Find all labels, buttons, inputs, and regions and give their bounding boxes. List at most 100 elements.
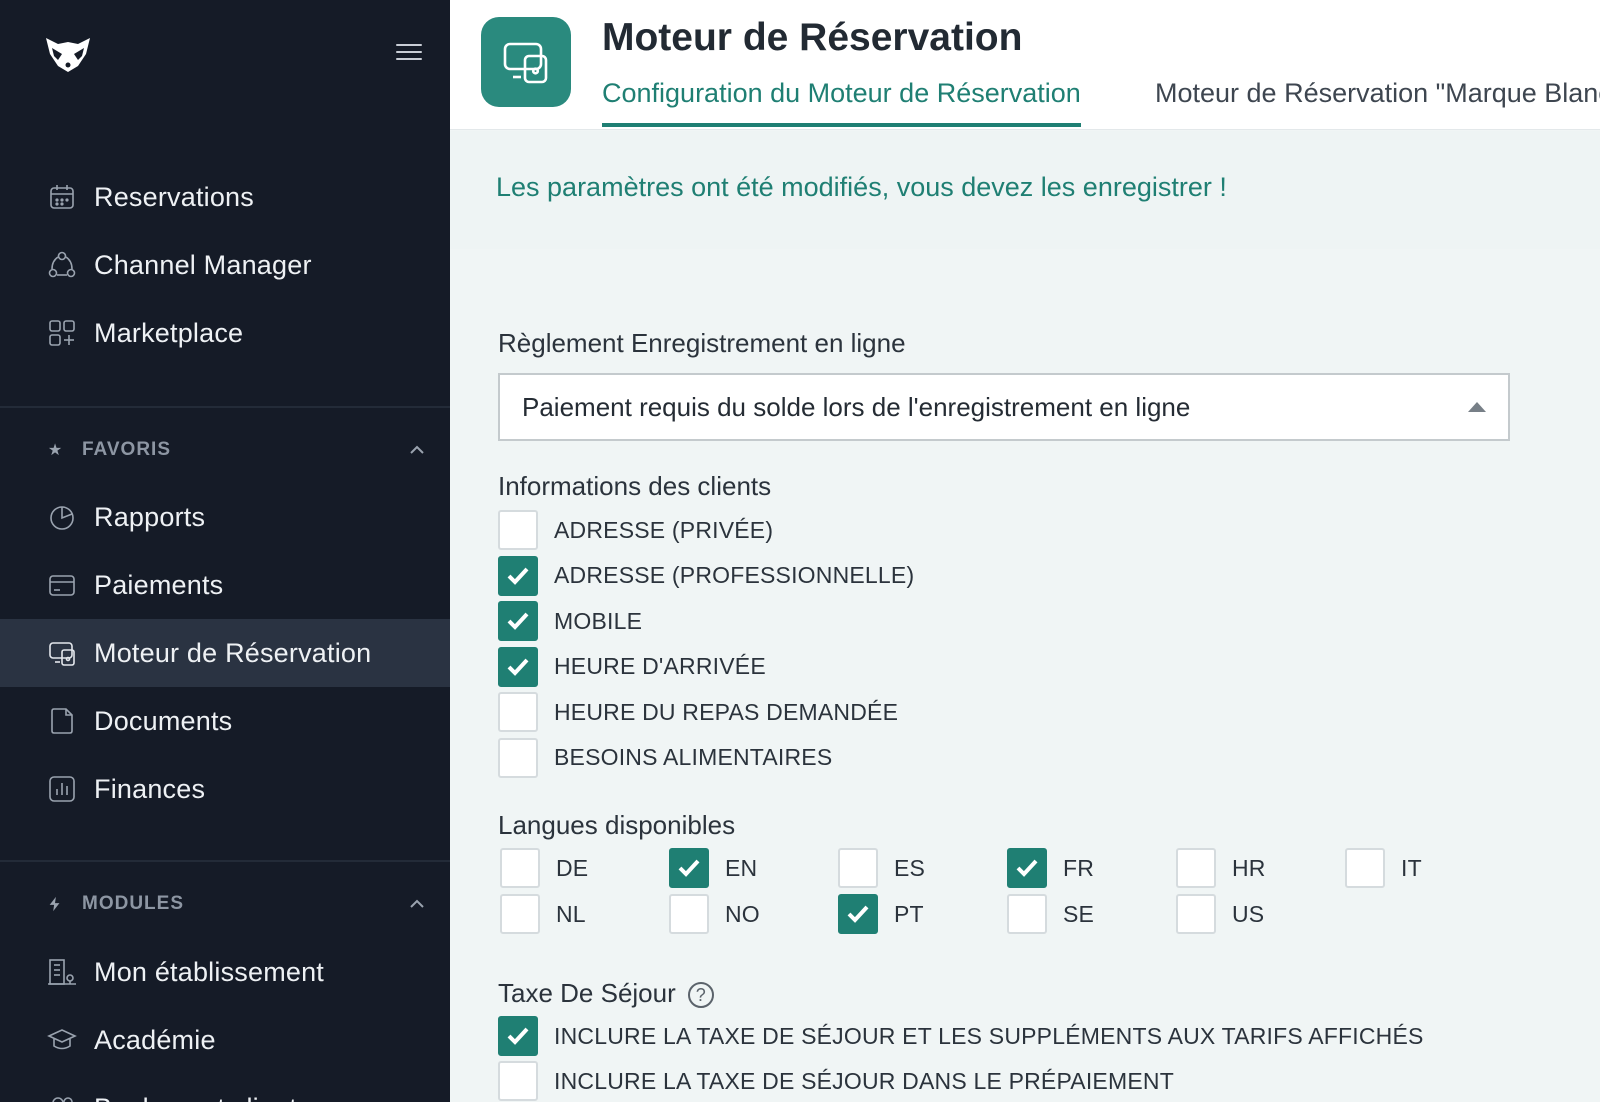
favorites-title: FAVORIS <box>82 439 171 460</box>
booking-engine-icon <box>46 637 78 669</box>
sidebar-item-label: Documents <box>94 705 233 736</box>
language-option[interactable]: US <box>1176 894 1264 934</box>
checkbox-unchecked[interactable] <box>500 894 540 934</box>
tab-white-label[interactable]: Moteur de Réservation "Marque Blanche" <box>1155 78 1600 123</box>
sidebar-item-label: Paiements <box>94 569 224 600</box>
checkbox-label: DE <box>556 854 589 881</box>
tourist-tax-label: Taxe De Séjour? <box>498 978 714 1009</box>
checkbox-label: IT <box>1401 854 1422 881</box>
checkin-rule-label: Règlement Enregistrement en ligne <box>498 328 906 358</box>
checkbox-checked[interactable] <box>498 555 538 596</box>
bar-chart-icon <box>46 773 78 805</box>
tourist-tax-option[interactable]: INCLURE LA TAXE DE SÉJOUR DANS LE PRÉPAI… <box>498 1061 1174 1101</box>
language-option[interactable]: SE <box>1007 894 1094 934</box>
page-title: Moteur de Réservation <box>602 16 1023 59</box>
checkbox-checked[interactable] <box>1007 848 1047 888</box>
checkbox-unchecked[interactable] <box>1345 848 1385 888</box>
checkbox-unchecked[interactable] <box>498 510 538 550</box>
sidebar-item-label: Channel Manager <box>94 249 312 280</box>
sidebar-item-mon-etablissement[interactable]: Mon établissement <box>0 938 450 1006</box>
modules-section-header[interactable]: MODULES <box>46 889 426 919</box>
client-info-option[interactable]: BESOINS ALIMENTAIRES <box>498 737 832 778</box>
sidebar-item-label: Académie <box>94 1024 216 1055</box>
checkbox-label: ES <box>894 854 926 881</box>
checkbox-unchecked[interactable] <box>1176 894 1216 934</box>
language-option[interactable]: DE <box>500 848 588 888</box>
network-icon <box>46 249 78 281</box>
unsaved-changes-notice: Les paramètres ont été modifiés, vous de… <box>496 172 1227 202</box>
client-info-option[interactable]: HEURE D'ARRIVÉE <box>498 646 766 687</box>
sidebar-item-label: Rapports <box>94 501 206 532</box>
sidebar-item-finances[interactable]: Finances <box>0 755 450 823</box>
checkbox-unchecked[interactable] <box>498 737 538 778</box>
sidebar-item-bookers-clients[interactable]: Bookers et clients <box>0 1074 450 1102</box>
pie-chart-icon <box>46 501 78 533</box>
tab-configuration[interactable]: Configuration du Moteur de Réservation <box>602 78 1081 127</box>
checkbox-unchecked[interactable] <box>1176 848 1216 888</box>
star-icon: ★ <box>47 442 63 459</box>
language-option[interactable]: HR <box>1176 848 1266 888</box>
sidebar-item-academie[interactable]: Académie <box>0 1006 450 1074</box>
checkbox-unchecked[interactable] <box>500 848 540 888</box>
language-option[interactable]: PT <box>838 894 924 934</box>
language-option[interactable]: NL <box>500 894 586 934</box>
sidebar-divider <box>0 406 450 408</box>
client-info-option[interactable]: MOBILE <box>498 601 642 641</box>
checkbox-unchecked[interactable] <box>1007 894 1047 934</box>
language-option[interactable]: FR <box>1007 848 1094 888</box>
checkbox-label: INCLURE LA TAXE DE SÉJOUR DANS LE PRÉPAI… <box>554 1067 1174 1094</box>
sidebar-item-label: Finances <box>94 773 206 804</box>
caret-up-icon <box>1468 402 1486 412</box>
checkbox-unchecked[interactable] <box>498 692 538 732</box>
language-option[interactable]: IT <box>1345 848 1422 888</box>
checkbox-checked[interactable] <box>498 601 538 641</box>
graduation-cap-icon <box>46 1024 78 1056</box>
sidebar-item-label: Reservations <box>94 181 254 212</box>
chevron-up-icon[interactable] <box>408 441 426 459</box>
checkbox-checked[interactable] <box>498 646 538 687</box>
checkbox-label: INCLURE LA TAXE DE SÉJOUR ET LES SUPPLÉM… <box>554 1022 1424 1049</box>
sidebar-item-label: Marketplace <box>94 317 244 348</box>
question-circle-icon[interactable]: ? <box>687 982 714 1009</box>
language-option[interactable]: NO <box>669 894 760 934</box>
sidebar: Reservations Channel Manager Marketplace… <box>0 0 450 1102</box>
users-icon <box>46 1092 78 1102</box>
checkbox-label: SE <box>1063 900 1095 927</box>
favorites-section-header[interactable]: ★ FAVORIS <box>46 435 426 465</box>
page-header: Moteur de Réservation Configuration du M… <box>450 0 1600 130</box>
checkbox-unchecked[interactable] <box>669 894 709 934</box>
language-option[interactable]: ES <box>838 848 925 888</box>
sidebar-item-booking-engine[interactable]: Moteur de Réservation <box>0 619 450 687</box>
building-icon <box>46 956 78 988</box>
client-info-option[interactable]: ADRESSE (PRIVÉE) <box>498 510 773 550</box>
checkbox-label: HEURE D'ARRIVÉE <box>554 653 766 679</box>
checkbox-label: ADRESSE (PRIVÉE) <box>554 516 774 543</box>
checkbox-label: PT <box>894 900 924 927</box>
checkbox-unchecked[interactable] <box>498 1061 538 1101</box>
client-info-option[interactable]: ADRESSE (PROFESSIONNELLE) <box>498 555 915 596</box>
sidebar-item-documents[interactable]: Documents <box>0 687 450 755</box>
chevron-up-icon[interactable] <box>408 895 426 913</box>
checkbox-label: HEURE DU REPAS DEMANDÉE <box>554 698 899 725</box>
checkbox-label: NL <box>556 900 586 927</box>
sidebar-item-channel-manager[interactable]: Channel Manager <box>0 231 450 299</box>
booking-engine-icon <box>481 17 571 107</box>
checkbox-unchecked[interactable] <box>838 848 878 888</box>
client-info-label: Informations des clients <box>498 471 772 501</box>
checkbox-checked[interactable] <box>838 894 878 934</box>
sidebar-item-paiements[interactable]: Paiements <box>0 551 450 619</box>
languages-label: Langues disponibles <box>498 810 736 840</box>
raccoon-logo-icon[interactable] <box>44 34 92 74</box>
language-option[interactable]: EN <box>669 848 757 888</box>
checkbox-checked[interactable] <box>498 1016 538 1056</box>
checkbox-label: ADRESSE (PROFESSIONNELLE) <box>554 562 915 588</box>
tourist-tax-option[interactable]: INCLURE LA TAXE DE SÉJOUR ET LES SUPPLÉM… <box>498 1016 1424 1056</box>
checkin-rule-select[interactable]: Paiement requis du solde lors de l'enreg… <box>498 373 1510 441</box>
sidebar-item-marketplace[interactable]: Marketplace <box>0 299 450 367</box>
hamburger-menu-icon[interactable] <box>396 44 422 64</box>
checkbox-checked[interactable] <box>669 848 709 888</box>
sidebar-item-rapports[interactable]: Rapports <box>0 483 450 551</box>
client-info-option[interactable]: HEURE DU REPAS DEMANDÉE <box>498 692 898 732</box>
sidebar-item-reservations[interactable]: Reservations <box>0 163 450 231</box>
lightning-icon <box>46 895 64 913</box>
